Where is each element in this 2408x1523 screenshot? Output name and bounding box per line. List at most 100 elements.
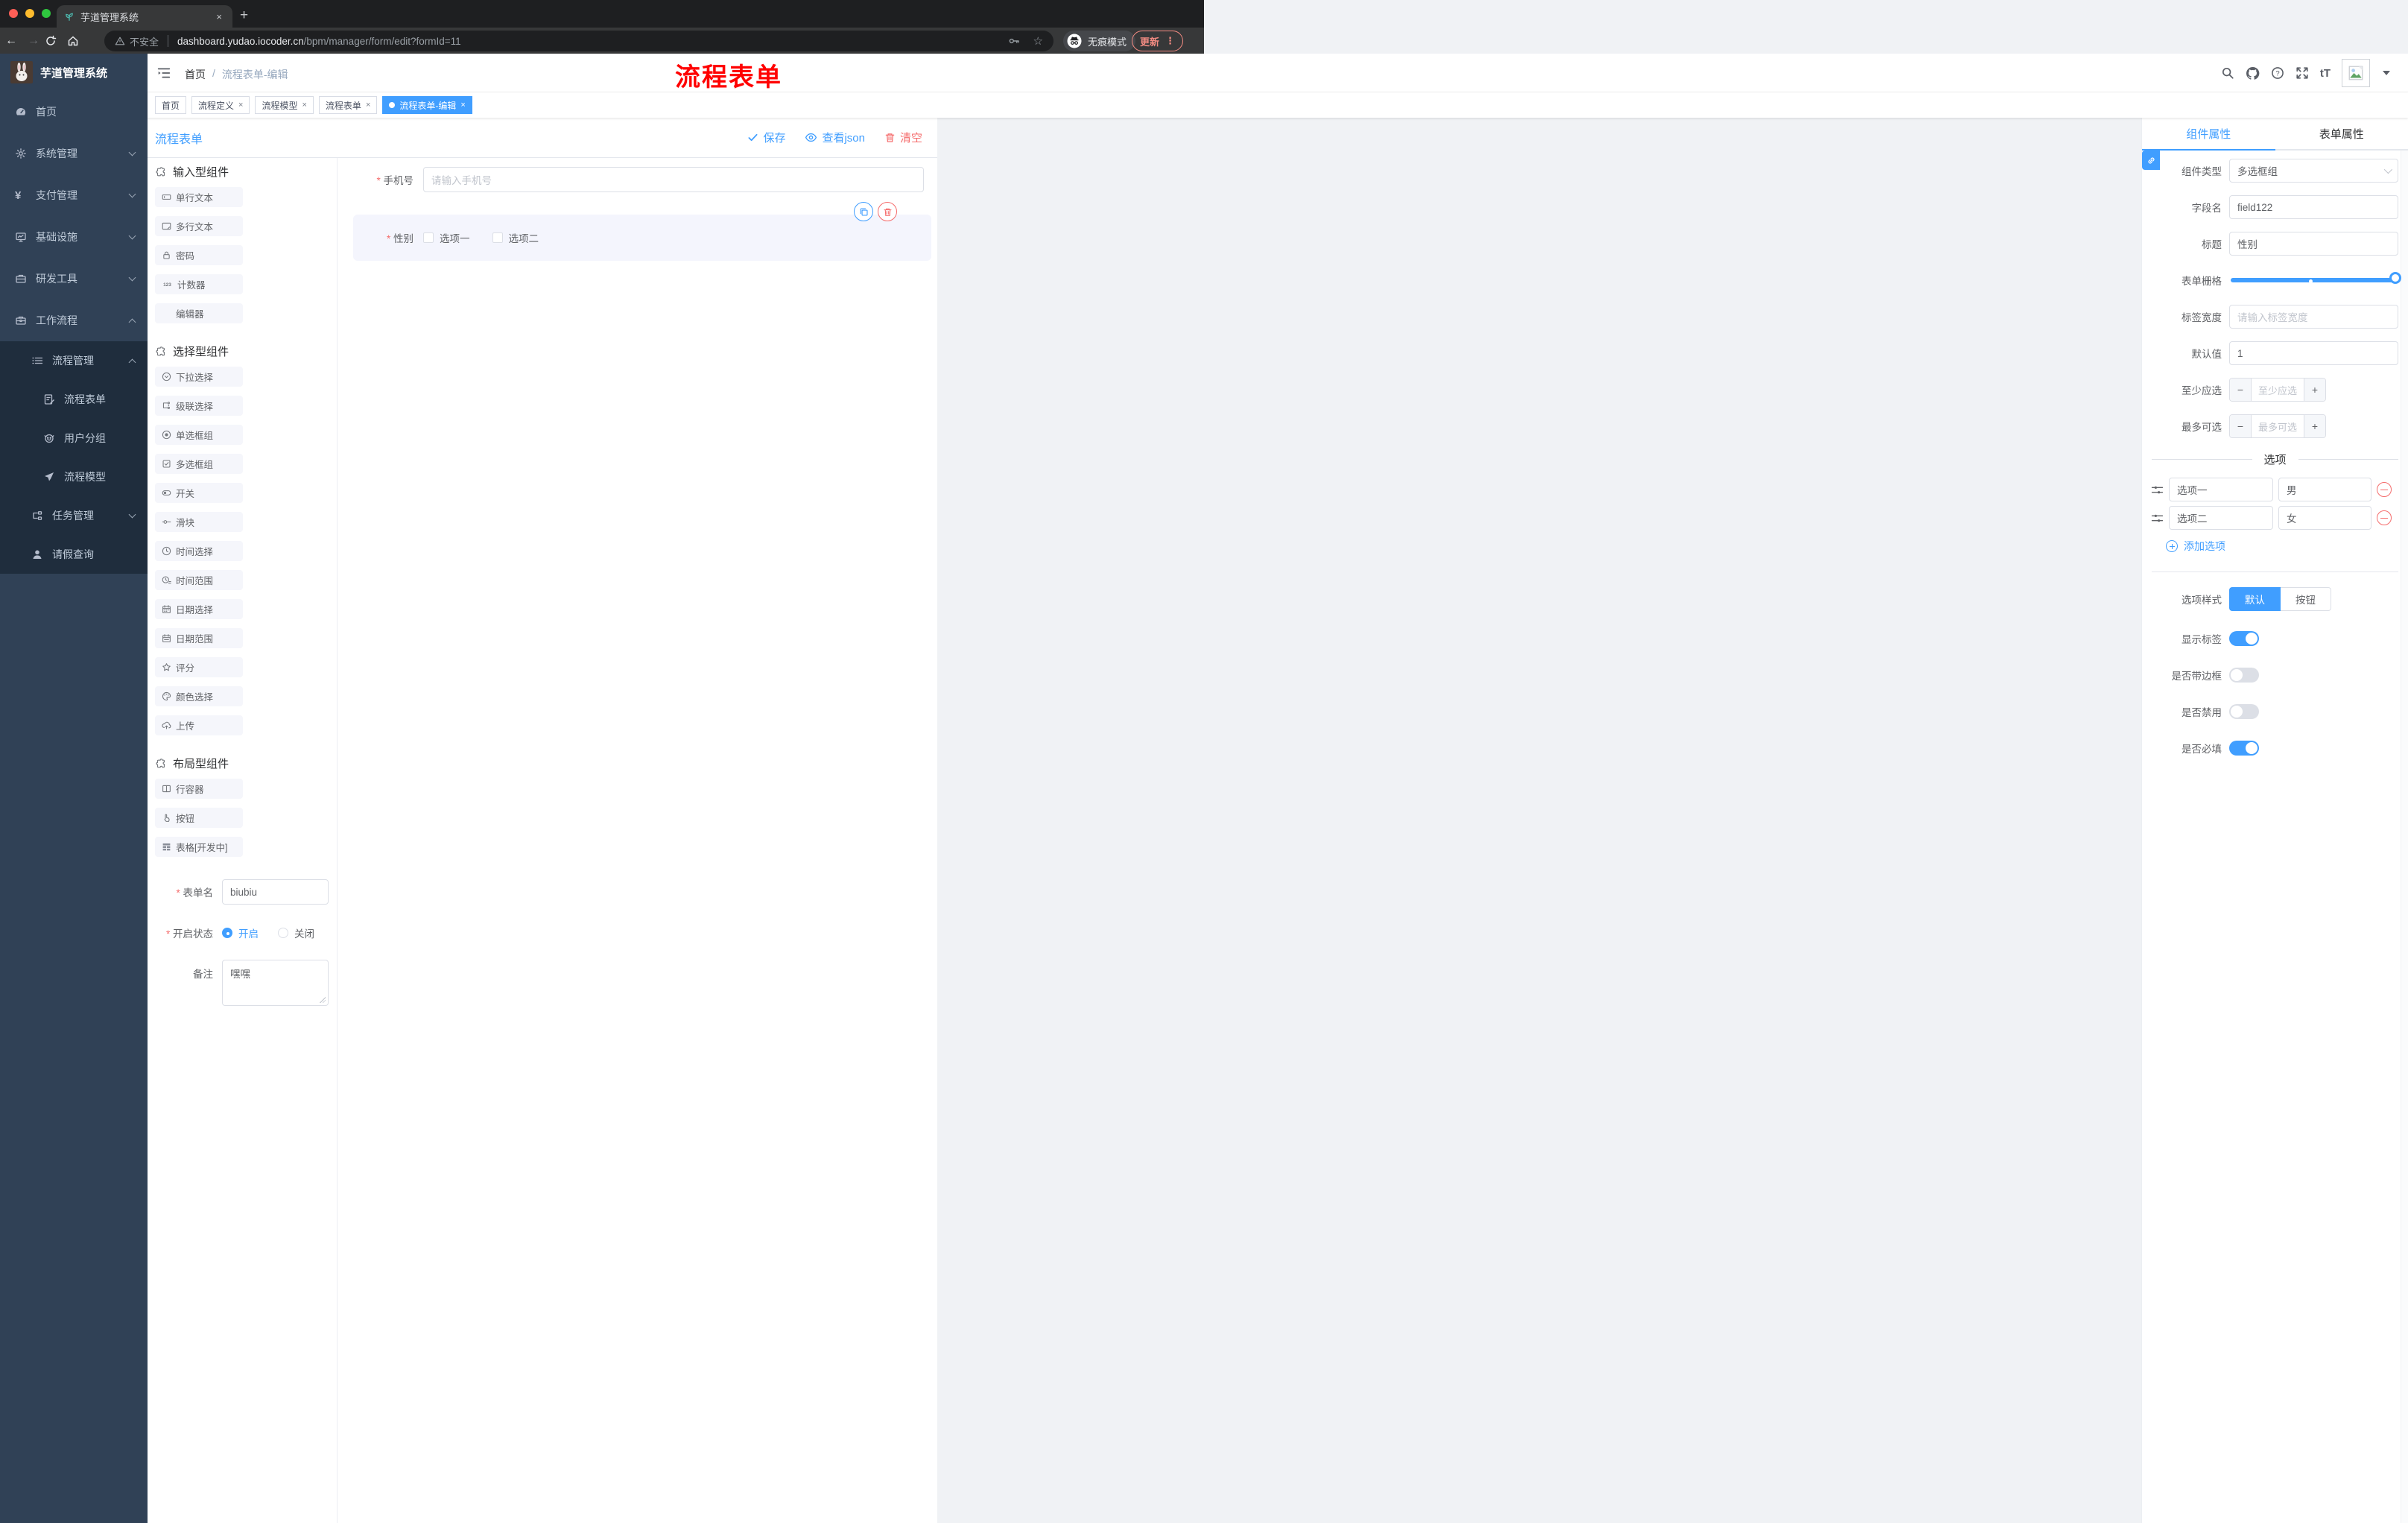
breadcrumb-home[interactable]: 首页	[185, 67, 206, 82]
palette-item-row-container[interactable]: 行容器	[155, 779, 243, 799]
clear-button[interactable]: 清空	[884, 130, 922, 145]
required-toggle[interactable]	[2229, 741, 2259, 756]
palette-item-date-picker[interactable]: 日期选择	[155, 599, 243, 619]
palette-item-radio-group[interactable]: 单选框组	[155, 425, 243, 445]
tag-process-form[interactable]: 流程表单 ×	[318, 96, 378, 114]
decrement-button[interactable]: −	[2230, 415, 2252, 437]
drag-handle-icon[interactable]	[2151, 484, 2164, 496]
slider-track[interactable]	[2231, 278, 2397, 282]
forward-icon[interactable]: →	[22, 34, 45, 48]
canvas-field-phone[interactable]: 手机号 请输入手机号	[338, 167, 937, 192]
show-label-toggle[interactable]	[2229, 631, 2259, 646]
style-default-button[interactable]: 默认	[2229, 587, 2281, 611]
decrement-button[interactable]: −	[2230, 379, 2252, 401]
collapse-sidebar-icon[interactable]	[157, 66, 171, 80]
browser-tab[interactable]: 芋道管理系统 ×	[57, 5, 232, 28]
status-off-label[interactable]: 关闭	[294, 925, 314, 940]
gender-option1-label[interactable]: 选项一	[440, 230, 470, 245]
form-grid-slider[interactable]	[2229, 268, 2401, 292]
gender-option1-checkbox[interactable]	[423, 232, 434, 243]
window-controls[interactable]	[9, 9, 51, 18]
title-input[interactable]: 性别	[2229, 232, 2398, 256]
gender-option2-label[interactable]: 选项二	[509, 230, 539, 245]
field-name-input[interactable]: field122	[2229, 195, 2398, 219]
font-size-icon[interactable]: tT	[2320, 67, 2331, 80]
sidebar-item-workflow[interactable]: 工作流程	[0, 300, 148, 341]
increment-button[interactable]: +	[2304, 415, 2325, 437]
reload-icon[interactable]	[45, 35, 67, 47]
add-option-button[interactable]: 添加选项	[2166, 539, 2398, 554]
option2-value-input[interactable]: 女	[2278, 506, 2371, 530]
sidebar-item-payment[interactable]: ¥ 支付管理	[0, 174, 148, 216]
update-browser-button[interactable]: 更新 ⋮	[1132, 31, 1184, 51]
border-toggle[interactable]	[2229, 668, 2259, 683]
form-name-input[interactable]: biubiu	[222, 879, 329, 905]
avatar-caret-icon[interactable]	[2383, 71, 2390, 75]
label-width-input[interactable]: 请输入标签宽度	[2229, 305, 2398, 329]
palette-item-time-picker[interactable]: 时间选择	[155, 541, 243, 561]
new-tab-button[interactable]: +	[240, 6, 248, 25]
home-icon[interactable]	[67, 35, 89, 47]
palette-item-switch[interactable]: 开关	[155, 483, 243, 503]
sidebar-item-process-form[interactable]: 流程表单	[0, 380, 148, 419]
view-json-button[interactable]: 查看json	[805, 130, 865, 145]
avatar[interactable]	[2342, 59, 2370, 87]
palette-item-multi-line[interactable]: 多行文本	[155, 216, 243, 236]
save-button[interactable]: 保存	[747, 130, 785, 145]
help-icon[interactable]: ?	[2271, 66, 2284, 80]
tag-close-icon[interactable]: ×	[238, 101, 243, 110]
default-value-input[interactable]: 1	[2229, 341, 2398, 365]
palette-item-counter[interactable]: 123 计数器	[155, 274, 243, 294]
sidebar-item-devtools[interactable]: 研发工具	[0, 258, 148, 300]
duplicate-component-button[interactable]	[854, 202, 873, 221]
tag-process-model[interactable]: 流程模型 ×	[255, 96, 314, 114]
palette-item-select[interactable]: 下拉选择	[155, 367, 243, 387]
palette-item-table[interactable]: 表格[开发中]	[155, 837, 243, 857]
minimize-window-button[interactable]	[25, 9, 34, 18]
tag-close-icon[interactable]: ×	[366, 101, 370, 110]
status-on-label[interactable]: 开启	[238, 925, 259, 940]
close-window-button[interactable]	[9, 9, 18, 18]
max-select-input[interactable]: 最多可选	[2252, 415, 2304, 437]
sidebar-item-process-model[interactable]: 流程模型	[0, 457, 148, 496]
form-remark-textarea[interactable]: 嘿嘿	[222, 960, 329, 1006]
search-icon[interactable]	[2221, 66, 2234, 80]
link-tag-button[interactable]	[2142, 151, 2160, 170]
fullscreen-icon[interactable]	[2295, 66, 2309, 80]
sidebar-item-process-mgmt[interactable]: 流程管理	[0, 341, 148, 380]
sidebar-item-user-group[interactable]: 用户分组	[0, 419, 148, 457]
slider-handle[interactable]	[2389, 272, 2401, 284]
palette-item-cascader[interactable]: 级联选择	[155, 396, 243, 416]
component-type-select[interactable]: 多选框组	[2229, 159, 2398, 183]
option1-label-input[interactable]: 选项一	[2169, 478, 2273, 501]
sidebar-item-task-mgmt[interactable]: 任务管理	[0, 496, 148, 535]
tab-form-props[interactable]: 表单属性	[2275, 118, 2408, 151]
sidebar-item-system[interactable]: 系统管理	[0, 133, 148, 174]
sidebar-item-infra[interactable]: 基础设施	[0, 216, 148, 258]
bookmark-star-icon[interactable]: ☆	[1033, 34, 1043, 48]
gender-option2-checkbox[interactable]	[492, 232, 503, 243]
tab-component-props[interactable]: 组件属性	[2142, 118, 2275, 151]
palette-item-button[interactable]: 按钮	[155, 808, 243, 828]
remove-option-button[interactable]	[2377, 510, 2392, 525]
sidebar-logo[interactable]: 芋道管理系统	[0, 54, 148, 91]
drag-handle-icon[interactable]	[2151, 512, 2164, 525]
tag-process-form-edit[interactable]: 流程表单-编辑 ×	[382, 96, 472, 114]
tag-home[interactable]: 首页	[155, 96, 187, 114]
palette-item-upload[interactable]: 上传	[155, 715, 243, 735]
zoom-window-button[interactable]	[42, 9, 51, 18]
palette-item-date-range[interactable]: 日期范围	[155, 628, 243, 648]
back-icon[interactable]: ←	[0, 34, 22, 48]
address-bar[interactable]: 不安全 dashboard.yudao.iocoder.cn /bpm/mana…	[104, 31, 1054, 51]
palette-item-single-line[interactable]: 单行文本	[155, 187, 243, 207]
canvas-field-gender-selected[interactable]: 性别 选项一 选项二	[353, 202, 931, 261]
delete-component-button[interactable]	[878, 202, 897, 221]
disabled-toggle[interactable]	[2229, 704, 2259, 719]
resize-handle[interactable]	[320, 997, 326, 1003]
status-off-radio[interactable]	[278, 928, 288, 938]
phone-field-input[interactable]: 请输入手机号	[423, 167, 924, 192]
tab-close-icon[interactable]: ×	[213, 11, 225, 22]
style-button-button[interactable]: 按钮	[2281, 587, 2331, 611]
tag-process-definition[interactable]: 流程定义 ×	[191, 96, 250, 114]
min-select-input[interactable]: 至少应选	[2252, 379, 2304, 401]
